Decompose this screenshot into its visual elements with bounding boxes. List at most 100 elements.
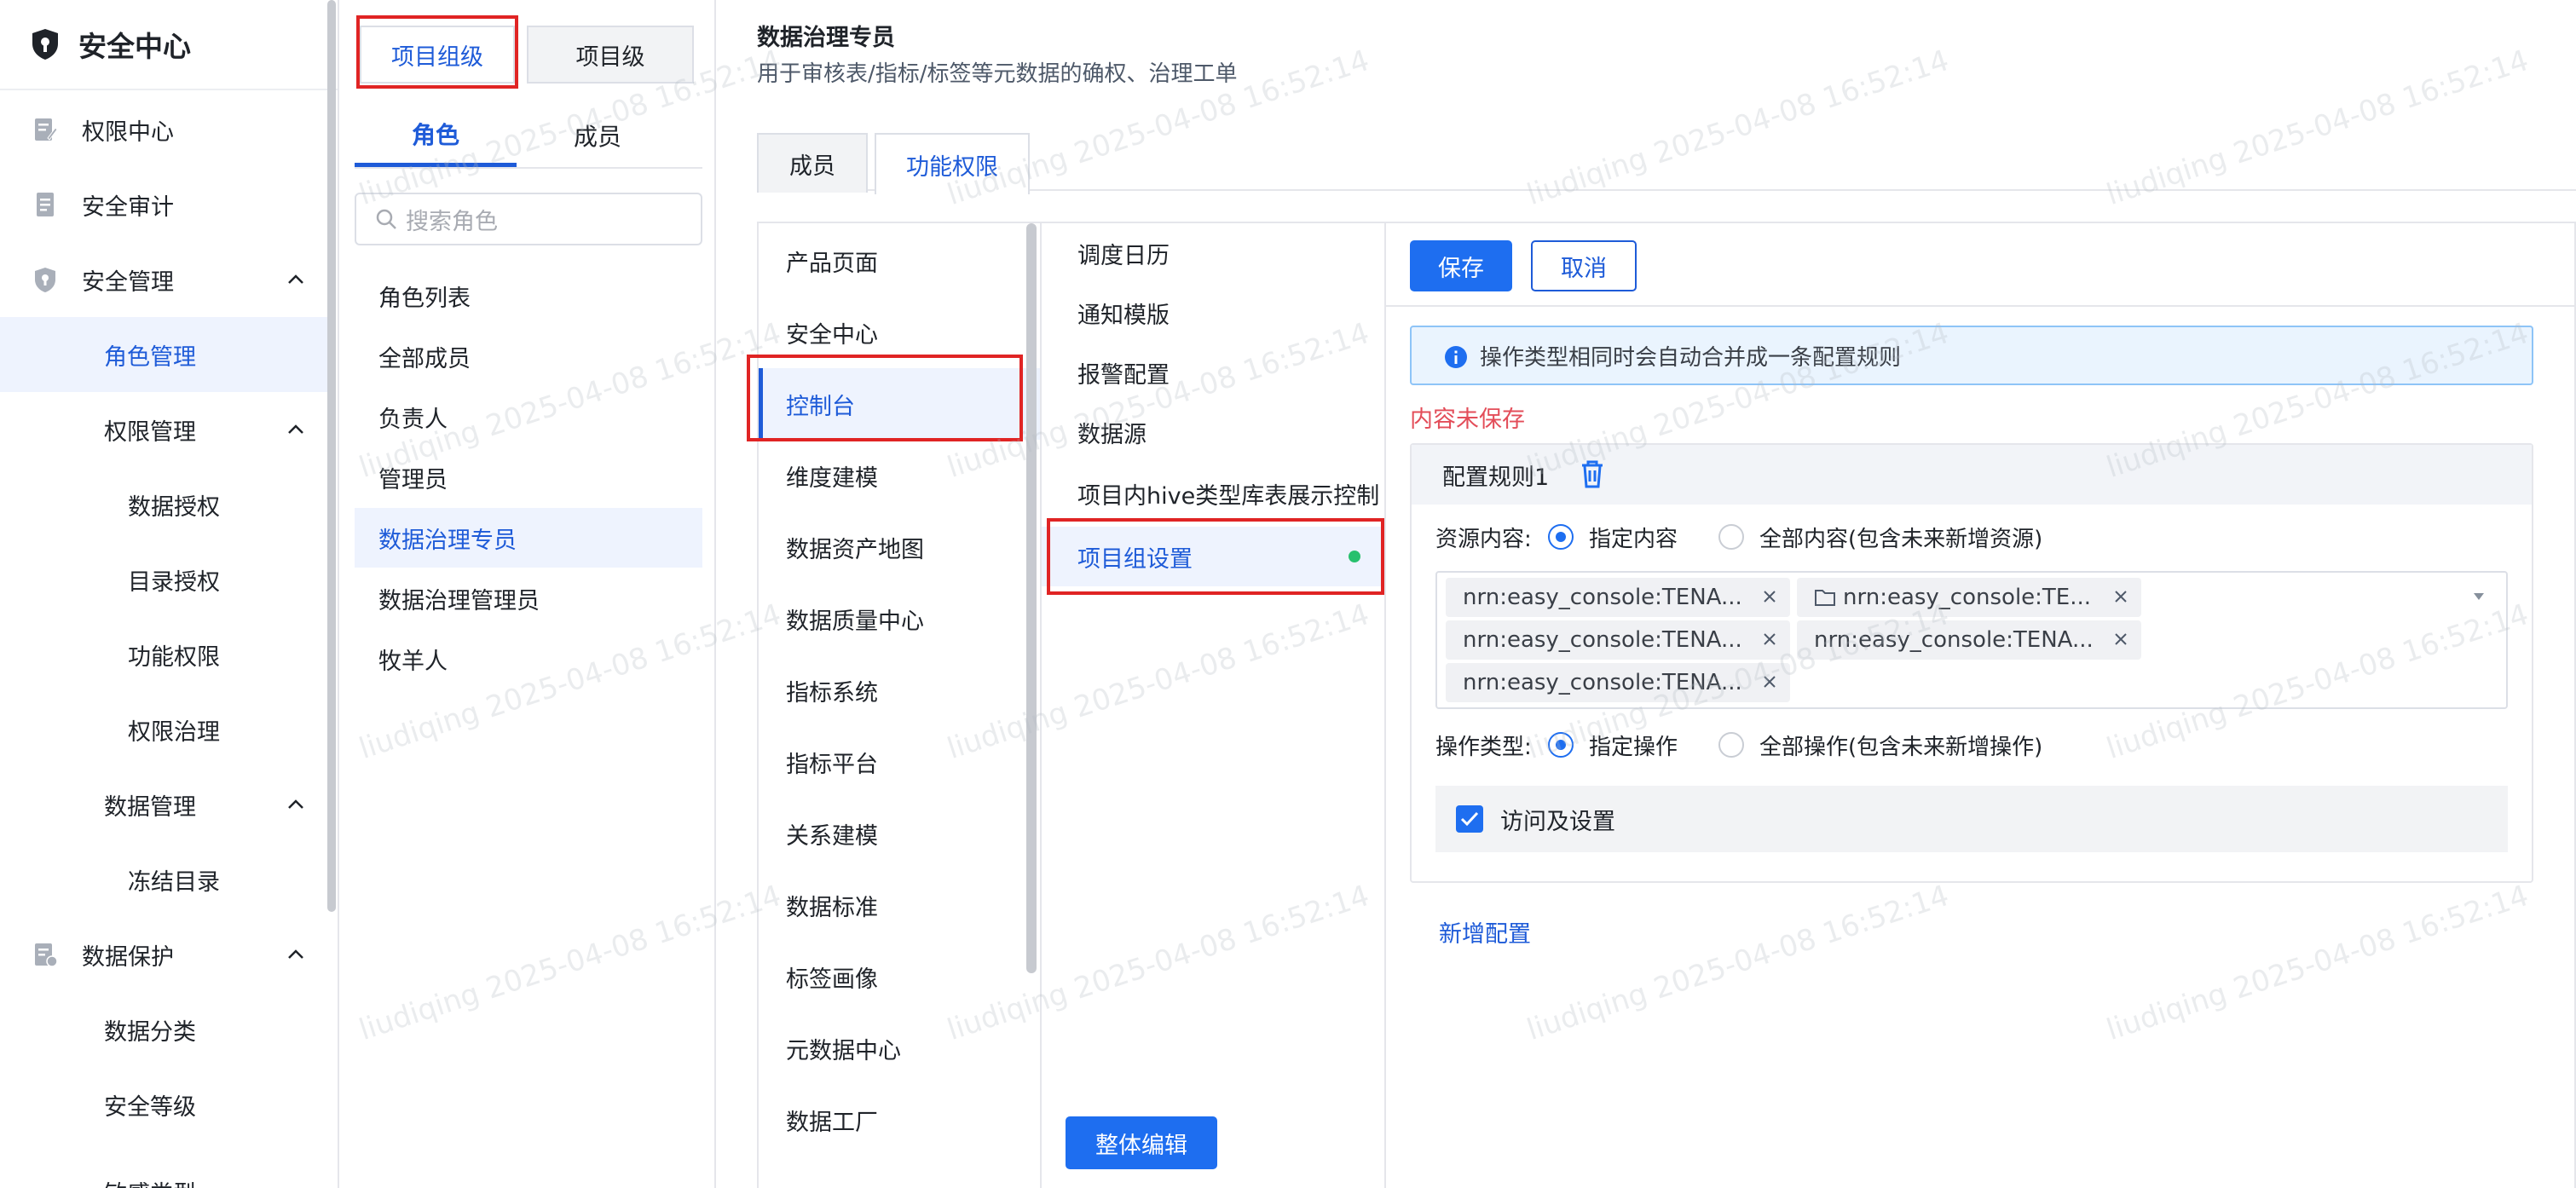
tab-project-group-level[interactable]: 项目组级 <box>360 26 515 84</box>
close-icon[interactable] <box>2112 631 2129 648</box>
nav-frozen-catalog[interactable]: 冻结目录 <box>0 842 329 917</box>
radio-label[interactable]: 全部内容(包含未来新增资源) <box>1759 522 2042 553</box>
chevron-up-icon[interactable] <box>286 799 305 810</box>
info-icon <box>1445 346 1467 368</box>
close-icon[interactable] <box>1761 631 1778 648</box>
nav-label: 权限管理 <box>104 418 196 446</box>
nav-data-protection[interactable]: 数据保护 <box>0 917 329 992</box>
role-item[interactable]: 数据治理管理员 <box>355 568 702 628</box>
role-item-active[interactable]: 数据治理专员 <box>355 508 702 568</box>
nav-label: 权限治理 <box>128 718 220 746</box>
nav-security-management[interactable]: 安全管理 <box>0 242 329 317</box>
product-item[interactable]: 标签画像 <box>759 941 1040 1012</box>
document-icon <box>37 193 54 216</box>
function-item-label: 项目组设置 <box>1077 545 1193 573</box>
checkbox-label[interactable]: 访问及设置 <box>1500 803 1615 836</box>
product-item[interactable]: 关系建模 <box>759 798 1040 869</box>
nav-permission-management[interactable]: 权限管理 <box>0 392 329 467</box>
radio-label[interactable]: 指定内容 <box>1589 522 1678 553</box>
close-icon[interactable] <box>2112 588 2129 605</box>
nav-data-classification[interactable]: 数据分类 <box>0 992 329 1067</box>
function-item[interactable]: 数据源 <box>1042 402 1384 462</box>
modified-status-dot <box>1349 551 1360 562</box>
product-item[interactable]: 维度建模 <box>759 440 1040 511</box>
function-list: 调度日历 通知模版 报警配置 数据源 项目内hive类型库表展示控制 项目组设置… <box>1042 223 1386 1188</box>
tab-roles[interactable]: 角色 <box>355 104 517 167</box>
product-item[interactable]: 数据工厂 <box>759 1084 1040 1156</box>
tab-members[interactable]: 成员 <box>757 133 868 193</box>
nav-data-management[interactable]: 数据管理 <box>0 767 329 842</box>
search-icon <box>376 209 396 229</box>
nav-sensitive-type[interactable]: 敏感类型 <box>0 1154 329 1188</box>
nav-label: 数据授权 <box>128 493 220 521</box>
info-alert: 操作类型相同时会自动合并成一条配置规则 <box>1410 326 2533 385</box>
product-list-scrollbar[interactable] <box>1026 223 1037 973</box>
role-search-input[interactable]: 搜索角色 <box>355 193 702 245</box>
radio-label[interactable]: 全部操作(包含未来新增操作) <box>1759 730 2042 761</box>
product-item[interactable]: 数据质量中心 <box>759 583 1040 655</box>
product-item[interactable]: 指标系统 <box>759 655 1040 726</box>
nav-security-audit[interactable]: 安全审计 <box>0 167 329 242</box>
product-item[interactable]: 产品页面 <box>759 225 1040 297</box>
nav-data-authorization[interactable]: 数据授权 <box>0 467 329 542</box>
config-toolbar: 保存 取消 <box>1386 223 2576 307</box>
role-item[interactable]: 角色列表 <box>355 266 702 326</box>
radio-all-operation[interactable] <box>1718 732 1744 758</box>
nav-label: 角色管理 <box>104 343 196 371</box>
delete-icon[interactable] <box>1579 458 1606 489</box>
access-settings-checkbox[interactable] <box>1456 805 1483 833</box>
product-item-active[interactable]: 控制台 <box>759 368 1040 440</box>
chevron-up-icon[interactable] <box>286 424 305 435</box>
nav-label: 安全审计 <box>82 193 174 221</box>
product-item[interactable]: 指标平台 <box>759 726 1040 798</box>
save-button[interactable]: 保存 <box>1410 240 1512 291</box>
role-item[interactable]: 全部成员 <box>355 326 702 386</box>
nav-label: 数据分类 <box>104 1018 196 1046</box>
data-protect-icon <box>35 943 58 967</box>
config-rule-card: 配置规则1 资源内容: 指定内容 全部内容(包含未来新增资源) nrn:easy… <box>1410 443 2533 883</box>
product-item[interactable]: 元数据中心 <box>759 1012 1040 1084</box>
operation-checkbox-area: 访问及设置 <box>1435 786 2508 852</box>
product-item[interactable]: 数据资产地图 <box>759 511 1040 583</box>
tag-text: nrn:easy_console:TE... <box>1843 585 2092 610</box>
cancel-button[interactable]: 取消 <box>1531 240 1637 291</box>
nav-permission-governance[interactable]: 权限治理 <box>0 692 329 767</box>
close-icon[interactable] <box>1761 588 1778 605</box>
radio-specified-content[interactable] <box>1548 524 1574 550</box>
nav-function-permission[interactable]: 功能权限 <box>0 617 329 692</box>
sidebar-scrollbar[interactable] <box>327 0 336 912</box>
tab-function-permission[interactable]: 功能权限 <box>875 133 1030 194</box>
nav-permission-center[interactable]: 权限中心 <box>0 92 329 167</box>
chevron-up-icon[interactable] <box>286 274 305 285</box>
tab-members[interactable]: 成员 <box>517 104 679 167</box>
radio-label[interactable]: 指定操作 <box>1589 730 1678 761</box>
nav-security-level[interactable]: 安全等级 <box>0 1067 329 1142</box>
dropdown-caret-icon[interactable] <box>2472 591 2486 602</box>
nav-label: 数据管理 <box>104 793 196 821</box>
radio-specified-operation[interactable] <box>1548 732 1574 758</box>
main-content: 数据治理专员 用于审核表/指标/标签等元数据的确权、治理工单 成员 功能权限 产… <box>718 0 2576 1188</box>
product-item[interactable]: 安全中心 <box>759 297 1040 368</box>
nav-role-management[interactable]: 角色管理 <box>0 317 329 392</box>
resource-select[interactable]: nrn:easy_console:TENA... nrn:easy_consol… <box>1435 571 2508 709</box>
add-config-link[interactable]: 新增配置 <box>1439 915 1531 949</box>
bulk-edit-button[interactable]: 整体编辑 <box>1066 1116 1217 1169</box>
function-item[interactable]: 通知模版 <box>1042 283 1384 343</box>
role-item[interactable]: 负责人 <box>355 387 702 447</box>
role-item[interactable]: 管理员 <box>355 447 702 507</box>
function-item[interactable]: 调度日历 <box>1042 223 1384 283</box>
page-title: 数据治理专员 <box>757 25 895 51</box>
function-item[interactable]: 项目内hive类型库表展示控制 <box>1042 464 1384 523</box>
chevron-up-icon[interactable] <box>286 949 305 960</box>
product-item[interactable]: 数据标准 <box>759 869 1040 941</box>
role-item[interactable]: 牧羊人 <box>355 629 702 689</box>
tab-project-level[interactable]: 项目级 <box>527 26 694 84</box>
function-item-active[interactable]: 项目组设置 <box>1042 527 1384 586</box>
nav-catalog-authorization[interactable]: 目录授权 <box>0 542 329 617</box>
folder-icon <box>1815 590 1835 606</box>
radio-all-content[interactable] <box>1718 524 1744 550</box>
rule-title: 配置规则1 <box>1442 464 1550 491</box>
close-icon[interactable] <box>1761 673 1778 690</box>
function-item[interactable]: 报警配置 <box>1042 343 1384 402</box>
config-area: 保存 取消 操作类型相同时会自动合并成一条配置规则 内容未保存 配置规则1 资源… <box>1386 223 2576 1188</box>
